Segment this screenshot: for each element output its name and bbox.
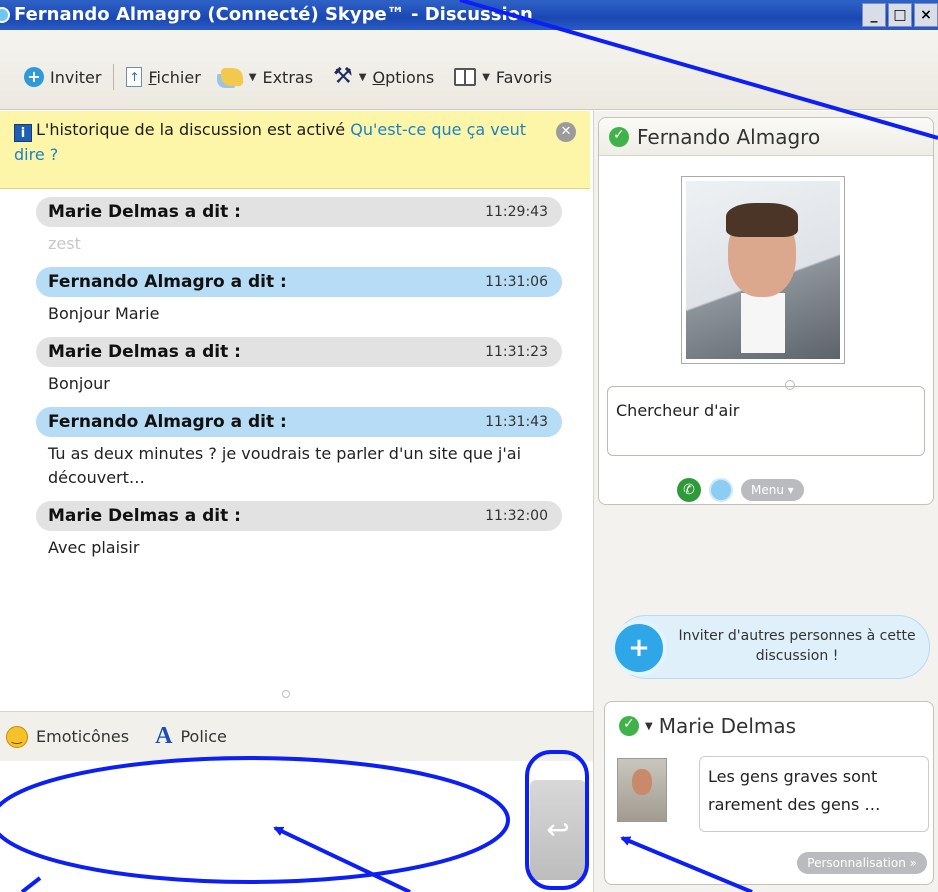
message: Fernando Almagro a dit : 11:31:06 Bonjou… xyxy=(36,267,562,329)
message-header: Fernando Almagro a dit : 11:31:06 xyxy=(36,267,562,297)
toolbar-separator xyxy=(113,64,115,90)
extras-label: Extras xyxy=(262,67,314,87)
file-button[interactable]: ↑ Fichier xyxy=(116,67,210,87)
my-profile-card: ▼ Marie Delmas Les gens graves sont rare… xyxy=(604,701,934,885)
close-button[interactable]: × xyxy=(914,3,938,27)
options-label: Options xyxy=(372,67,435,87)
message-author: Marie Delmas a dit : xyxy=(48,202,241,222)
file-label: Fichier xyxy=(148,67,201,87)
font-button[interactable]: A Police xyxy=(155,723,227,750)
font-icon: A xyxy=(155,723,173,749)
emoticons-label: Emoticônes xyxy=(36,727,130,746)
contact-actions: ✆ Menu ▾ xyxy=(677,478,804,502)
history-notice: i L'historique de la discussion est activ… xyxy=(0,111,590,189)
message-header: Marie Delmas a dit : 11:32:00 xyxy=(36,501,562,531)
close-icon[interactable]: ✕ xyxy=(556,122,576,142)
smiley-icon xyxy=(6,725,28,748)
personalize-button[interactable]: Personnalisation » xyxy=(797,852,927,874)
toolbar: + Inviter ↑ Fichier ▼ Extras ⚒ ▼ Options… xyxy=(0,30,938,110)
contact-card-header: Fernando Almagro xyxy=(599,118,933,156)
emoticons-button[interactable]: Emoticônes xyxy=(0,725,130,748)
message-text: Tu as deux minutes ? je voudrais te parl… xyxy=(48,444,522,487)
message-text: zest xyxy=(48,234,81,253)
my-status-icon xyxy=(619,716,639,736)
extras-menu[interactable]: ▼ Extras xyxy=(211,68,323,87)
splitter-handle[interactable] xyxy=(282,690,290,698)
message-header: Fernando Almagro a dit : 11:31:43 xyxy=(36,407,562,437)
minimize-button[interactable]: _ xyxy=(862,3,886,27)
call-icon[interactable]: ✆ xyxy=(677,478,701,502)
photo-hair xyxy=(726,203,798,237)
send-button[interactable]: ↩ xyxy=(530,780,586,880)
contact-card: Fernando Almagro Chercheur d'air ✆ Menu … xyxy=(598,117,934,505)
chevron-down-icon: ▼ xyxy=(248,71,257,83)
send-file-icon: ↑ xyxy=(126,67,143,87)
tools-icon: ⚒ xyxy=(333,64,353,89)
chevron-down-icon: ▼ xyxy=(358,71,367,83)
message: Fernando Almagro a dit : 11:31:43 Tu as … xyxy=(36,407,562,493)
window-title: Fernando Almagro (Connecté) Skype™ - Dis… xyxy=(14,4,533,25)
message-header: Marie Delmas a dit : 11:31:23 xyxy=(36,337,562,367)
extras-puzzle-icon xyxy=(220,68,243,86)
message: Marie Delmas a dit : 11:31:23 Bonjour xyxy=(36,337,562,399)
my-mood-message[interactable]: Les gens graves sont rarement des gens … xyxy=(699,756,929,832)
message-time: 11:32:00 xyxy=(485,508,548,524)
message: Marie Delmas a dit : 11:29:43 zest xyxy=(36,197,562,259)
contact-name: Fernando Almagro xyxy=(637,124,821,149)
conversation-pane: i L'historique de la discussion est activ… xyxy=(0,111,594,892)
info-icon: i xyxy=(14,124,32,142)
chevron-down-icon: ▼ xyxy=(482,71,490,83)
message-header: Marie Delmas a dit : 11:29:43 xyxy=(36,197,562,227)
invite-others-label: Inviter d'autres personnes à cette discu… xyxy=(678,628,916,664)
skype-app-icon xyxy=(0,7,10,23)
contact-mood-message: Chercheur d'air xyxy=(607,386,925,456)
invite-label: Inviter xyxy=(50,67,102,87)
contact-menu-button[interactable]: Menu ▾ xyxy=(741,479,804,501)
compose-toolbar: Emoticônes A Police xyxy=(0,711,593,761)
add-people-icon: + xyxy=(611,620,667,676)
contact-avatar[interactable] xyxy=(681,176,845,364)
contact-pane: Fernando Almagro Chercheur d'air ✆ Menu … xyxy=(594,111,938,892)
chat-icon[interactable] xyxy=(709,478,733,502)
message-time: 11:31:06 xyxy=(485,274,548,290)
message-list: Marie Delmas a dit : 11:29:43 zest Ferna… xyxy=(36,197,562,571)
message-author: Marie Delmas a dit : xyxy=(48,342,241,362)
message-text: Avec plaisir xyxy=(48,538,140,557)
window-controls: _ □ × xyxy=(862,3,938,27)
photo-shirt xyxy=(741,293,785,353)
my-name: Marie Delmas xyxy=(658,714,797,738)
font-label: Police xyxy=(180,727,227,746)
online-status-icon xyxy=(609,126,629,147)
invite-others-button[interactable]: + Inviter d'autres personnes à cette dis… xyxy=(611,615,930,679)
message-text: Bonjour Marie xyxy=(48,304,160,323)
contact-menu-label: Menu xyxy=(751,483,784,497)
my-avatar[interactable] xyxy=(617,758,667,822)
my-profile-header[interactable]: ▼ Marie Delmas xyxy=(605,702,933,738)
options-menu[interactable]: ⚒ ▼ Options xyxy=(323,64,444,89)
message: Marie Delmas a dit : 11:32:00 Avec plais… xyxy=(36,501,562,563)
favorites-label: Favoris xyxy=(495,67,553,87)
message-time: 11:29:43 xyxy=(485,204,548,220)
message-time: 11:31:43 xyxy=(485,414,548,430)
chevron-down-icon: ▼ xyxy=(645,720,653,732)
invite-button[interactable]: + Inviter xyxy=(14,67,111,87)
message-text: Bonjour xyxy=(48,374,110,393)
message-author: Marie Delmas a dit : xyxy=(48,506,241,526)
message-time: 11:31:23 xyxy=(485,344,548,360)
book-icon xyxy=(454,68,477,86)
message-input[interactable] xyxy=(0,762,593,892)
message-author: Fernando Almagro a dit : xyxy=(48,412,287,432)
contact-photo xyxy=(686,181,840,359)
favorites-menu[interactable]: ▼ Favoris xyxy=(444,68,562,87)
message-author: Fernando Almagro a dit : xyxy=(48,272,287,292)
maximize-button[interactable]: □ xyxy=(888,3,912,27)
add-contact-icon: + xyxy=(24,67,44,87)
notice-text: L'historique de la discussion est activé xyxy=(36,120,346,139)
toolbar-row: + Inviter ↑ Fichier ▼ Extras ⚒ ▼ Options… xyxy=(14,62,562,92)
title-bar: Fernando Almagro (Connecté) Skype™ - Dis… xyxy=(0,0,938,30)
